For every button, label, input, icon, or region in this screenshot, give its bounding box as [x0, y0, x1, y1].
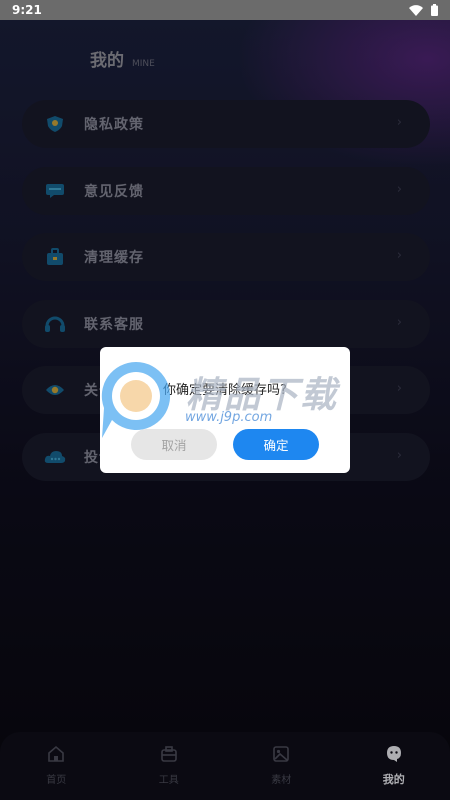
status-bar: 9:21 [0, 0, 450, 20]
status-time: 9:21 [12, 3, 42, 17]
watermark-url: www.j9p.com [185, 410, 273, 425]
watermark-logo-icon [101, 361, 171, 438]
confirm-button[interactable]: 确定 [233, 429, 319, 460]
battery-icon [431, 4, 438, 16]
wifi-icon [409, 4, 423, 16]
